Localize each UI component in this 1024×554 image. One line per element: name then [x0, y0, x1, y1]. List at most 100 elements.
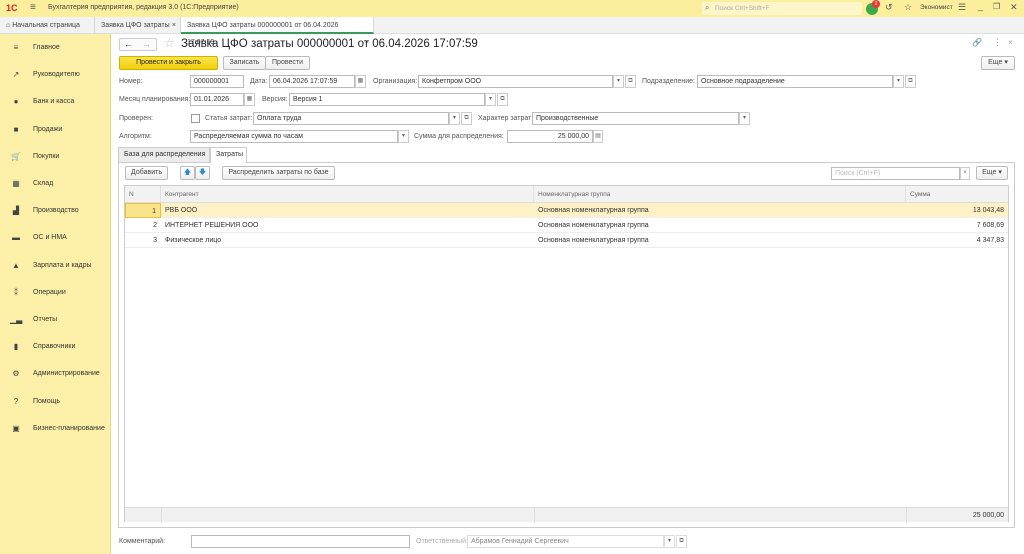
- sidebar-item-10[interactable]: ▁▃ Отчеты: [0, 312, 110, 328]
- row-sum: 4 347,83: [976, 237, 1004, 244]
- tab-requests-list[interactable]: Начальная страницаЗаявка ЦФО затраты ×: [95, 17, 181, 34]
- sidebar-item-3[interactable]: ■ Продажи: [0, 122, 110, 138]
- post-button[interactable]: Провести: [265, 56, 310, 70]
- table-row[interactable]: 1 РВБ ООО Основная номенклатурная группа…: [125, 203, 1008, 218]
- settings-menu-icon[interactable]: ☰: [958, 2, 966, 13]
- row-counterparty: РВБ ООО: [165, 207, 198, 214]
- nav-buttons: ← →: [119, 38, 157, 51]
- row-number: 2: [153, 222, 157, 229]
- sidebar-item-9[interactable]: ⁑ Операции: [0, 285, 110, 301]
- help-icon: ?: [13, 396, 19, 406]
- date-field[interactable]: 06.04.2026 17:07:59: [269, 75, 355, 88]
- user-name[interactable]: Экономист: [920, 4, 953, 11]
- checked-label: Проверен:: [119, 115, 153, 122]
- open-icon[interactable]: ⧉: [905, 75, 916, 88]
- sidebar-item-13[interactable]: ? Помощь: [0, 394, 110, 410]
- calendar-icon[interactable]: ▦: [244, 93, 255, 106]
- open-icon[interactable]: ⧉: [676, 535, 687, 548]
- dropdown-icon[interactable]: ▾: [449, 112, 460, 125]
- more-vertical-icon[interactable]: ⋮: [993, 37, 1002, 48]
- open-icon[interactable]: ⧉: [497, 93, 508, 106]
- calendar-icon[interactable]: ▦: [355, 75, 366, 88]
- number-field[interactable]: 000000001: [190, 75, 244, 88]
- notifications-button[interactable]: 2: [866, 0, 880, 15]
- tab-request-document[interactable]: Заявка ЦФО затраты 000000001 от 06.04.20…: [181, 17, 374, 46]
- cost-nature-label: Характер затрат:: [478, 115, 534, 122]
- clear-search-icon[interactable]: ×: [960, 167, 970, 180]
- dropdown-icon[interactable]: ▾: [398, 130, 409, 143]
- column-header-sum[interactable]: Сумма: [906, 186, 1008, 203]
- sidebar-item-label: Банк и касса: [33, 98, 75, 106]
- version-field[interactable]: Версия 1: [289, 93, 485, 106]
- column-header-group[interactable]: Номенклатурная группа: [534, 186, 906, 203]
- move-up-button[interactable]: 🡅: [180, 166, 195, 180]
- chart-trend-icon: ↗: [12, 70, 20, 80]
- department-field[interactable]: Основное подразделение: [697, 75, 893, 88]
- app-title: Бухгалтерия предприятия, редакция 3.0 (1…: [48, 4, 239, 11]
- organization-field[interactable]: Конфетпром ООО: [418, 75, 613, 88]
- comment-field[interactable]: [191, 535, 410, 548]
- cart-icon: 🛒: [11, 151, 21, 161]
- open-icon[interactable]: ⧉: [625, 75, 636, 88]
- distribute-costs-button[interactable]: Распределить затраты по базе: [222, 166, 335, 180]
- column-header-n[interactable]: N: [125, 186, 161, 203]
- algorithm-field[interactable]: Распределяемая сумма по часам: [190, 130, 398, 143]
- calculator-icon[interactable]: ▤: [593, 130, 603, 143]
- global-search-input[interactable]: ⌕ Поиск Ctrl+Shift+F: [702, 2, 862, 15]
- column-header-counterparty[interactable]: Контрагент: [161, 186, 534, 203]
- table-search-input[interactable]: Поиск (Ctrl+F): [831, 167, 960, 180]
- sidebar-item-6[interactable]: ▟ Производство: [0, 203, 110, 219]
- table-row[interactable]: 2 ИНТЕРНЕТ РЕШЕНИЯ ООО Основная номенкла…: [125, 218, 1008, 233]
- amount-field[interactable]: 25 000,00: [507, 130, 593, 143]
- month-field[interactable]: 01.01.2026: [190, 93, 244, 106]
- favorites-star-icon[interactable]: ☆: [904, 2, 912, 13]
- cost-item-field[interactable]: Оплата труда: [253, 112, 449, 125]
- bag-icon: ■: [13, 124, 19, 134]
- table-row[interactable]: 3 Физическое лицо Основная номенклатурна…: [125, 233, 1008, 248]
- more-button[interactable]: Еще ▾: [981, 56, 1015, 70]
- dropdown-icon[interactable]: ▾: [613, 75, 624, 88]
- sidebar-item-0[interactable]: ≡ Главное: [0, 40, 110, 56]
- sidebar-item-label: Покупки: [33, 152, 60, 160]
- sidebar-item-2[interactable]: ● Банк и касса: [0, 94, 110, 110]
- sidebar-item-label: ОС и НМА: [33, 234, 67, 242]
- open-icon[interactable]: ⧉: [461, 112, 472, 125]
- back-arrow-icon[interactable]: ←: [124, 39, 133, 50]
- move-down-button[interactable]: 🡇: [195, 166, 210, 180]
- tab-home[interactable]: ⌂ Начальная страница: [0, 17, 95, 34]
- dropdown-icon[interactable]: ▾: [893, 75, 904, 88]
- dropdown-icon[interactable]: ▾: [664, 535, 675, 548]
- tab-costs[interactable]: Затраты: [210, 147, 247, 163]
- sidebar-item-5[interactable]: ▦ Склад: [0, 176, 110, 192]
- sidebar-item-14[interactable]: ▣ Бизнес-планирование: [0, 421, 110, 437]
- sidebar-item-11[interactable]: ▮ Справочники: [0, 339, 110, 355]
- link-icon[interactable]: 🔗: [972, 38, 982, 47]
- forward-arrow-icon[interactable]: →: [142, 39, 151, 50]
- close-tab-icon[interactable]: ×: [172, 17, 176, 34]
- row-sum: 13 043,48: [972, 207, 1004, 214]
- checked-checkbox[interactable]: [191, 114, 200, 123]
- sidebar-item-8[interactable]: ▲ Зарплата и кадры: [0, 258, 110, 274]
- sidebar-item-label: Зарплата и кадры: [33, 261, 92, 269]
- close-window-icon[interactable]: ✕: [1010, 2, 1018, 13]
- sidebar-item-12[interactable]: ⚙ Администрирование: [0, 366, 110, 382]
- dropdown-icon[interactable]: ▾: [739, 112, 750, 125]
- save-button[interactable]: Записать: [223, 56, 266, 70]
- minimize-icon[interactable]: _: [978, 1, 983, 11]
- restore-icon[interactable]: ❐: [993, 2, 1000, 11]
- favorite-star-icon[interactable]: ☆: [164, 36, 175, 50]
- table-more-button[interactable]: Еще ▾: [976, 166, 1008, 180]
- dropdown-icon[interactable]: ▾: [485, 93, 496, 106]
- main-menu-icon[interactable]: ≡: [30, 2, 36, 13]
- post-and-close-button[interactable]: Провести и закрыть: [119, 56, 218, 70]
- sidebar-item-1[interactable]: ↗ Руководителю: [0, 67, 110, 83]
- add-button[interactable]: Добавить: [125, 166, 168, 180]
- factory-icon: ▟: [12, 206, 20, 216]
- history-icon[interactable]: ↺: [885, 2, 893, 13]
- cost-nature-field[interactable]: Производственные: [532, 112, 739, 125]
- tab-distribution-base[interactable]: База для распределения: [118, 147, 210, 163]
- responsible-field[interactable]: Абрамов Геннадий Сергеевич: [467, 535, 664, 548]
- sidebar-item-4[interactable]: 🛒 Покупки: [0, 149, 110, 165]
- sidebar-item-7[interactable]: ▬ ОС и НМА: [0, 230, 110, 246]
- close-form-icon[interactable]: ×: [1008, 38, 1013, 47]
